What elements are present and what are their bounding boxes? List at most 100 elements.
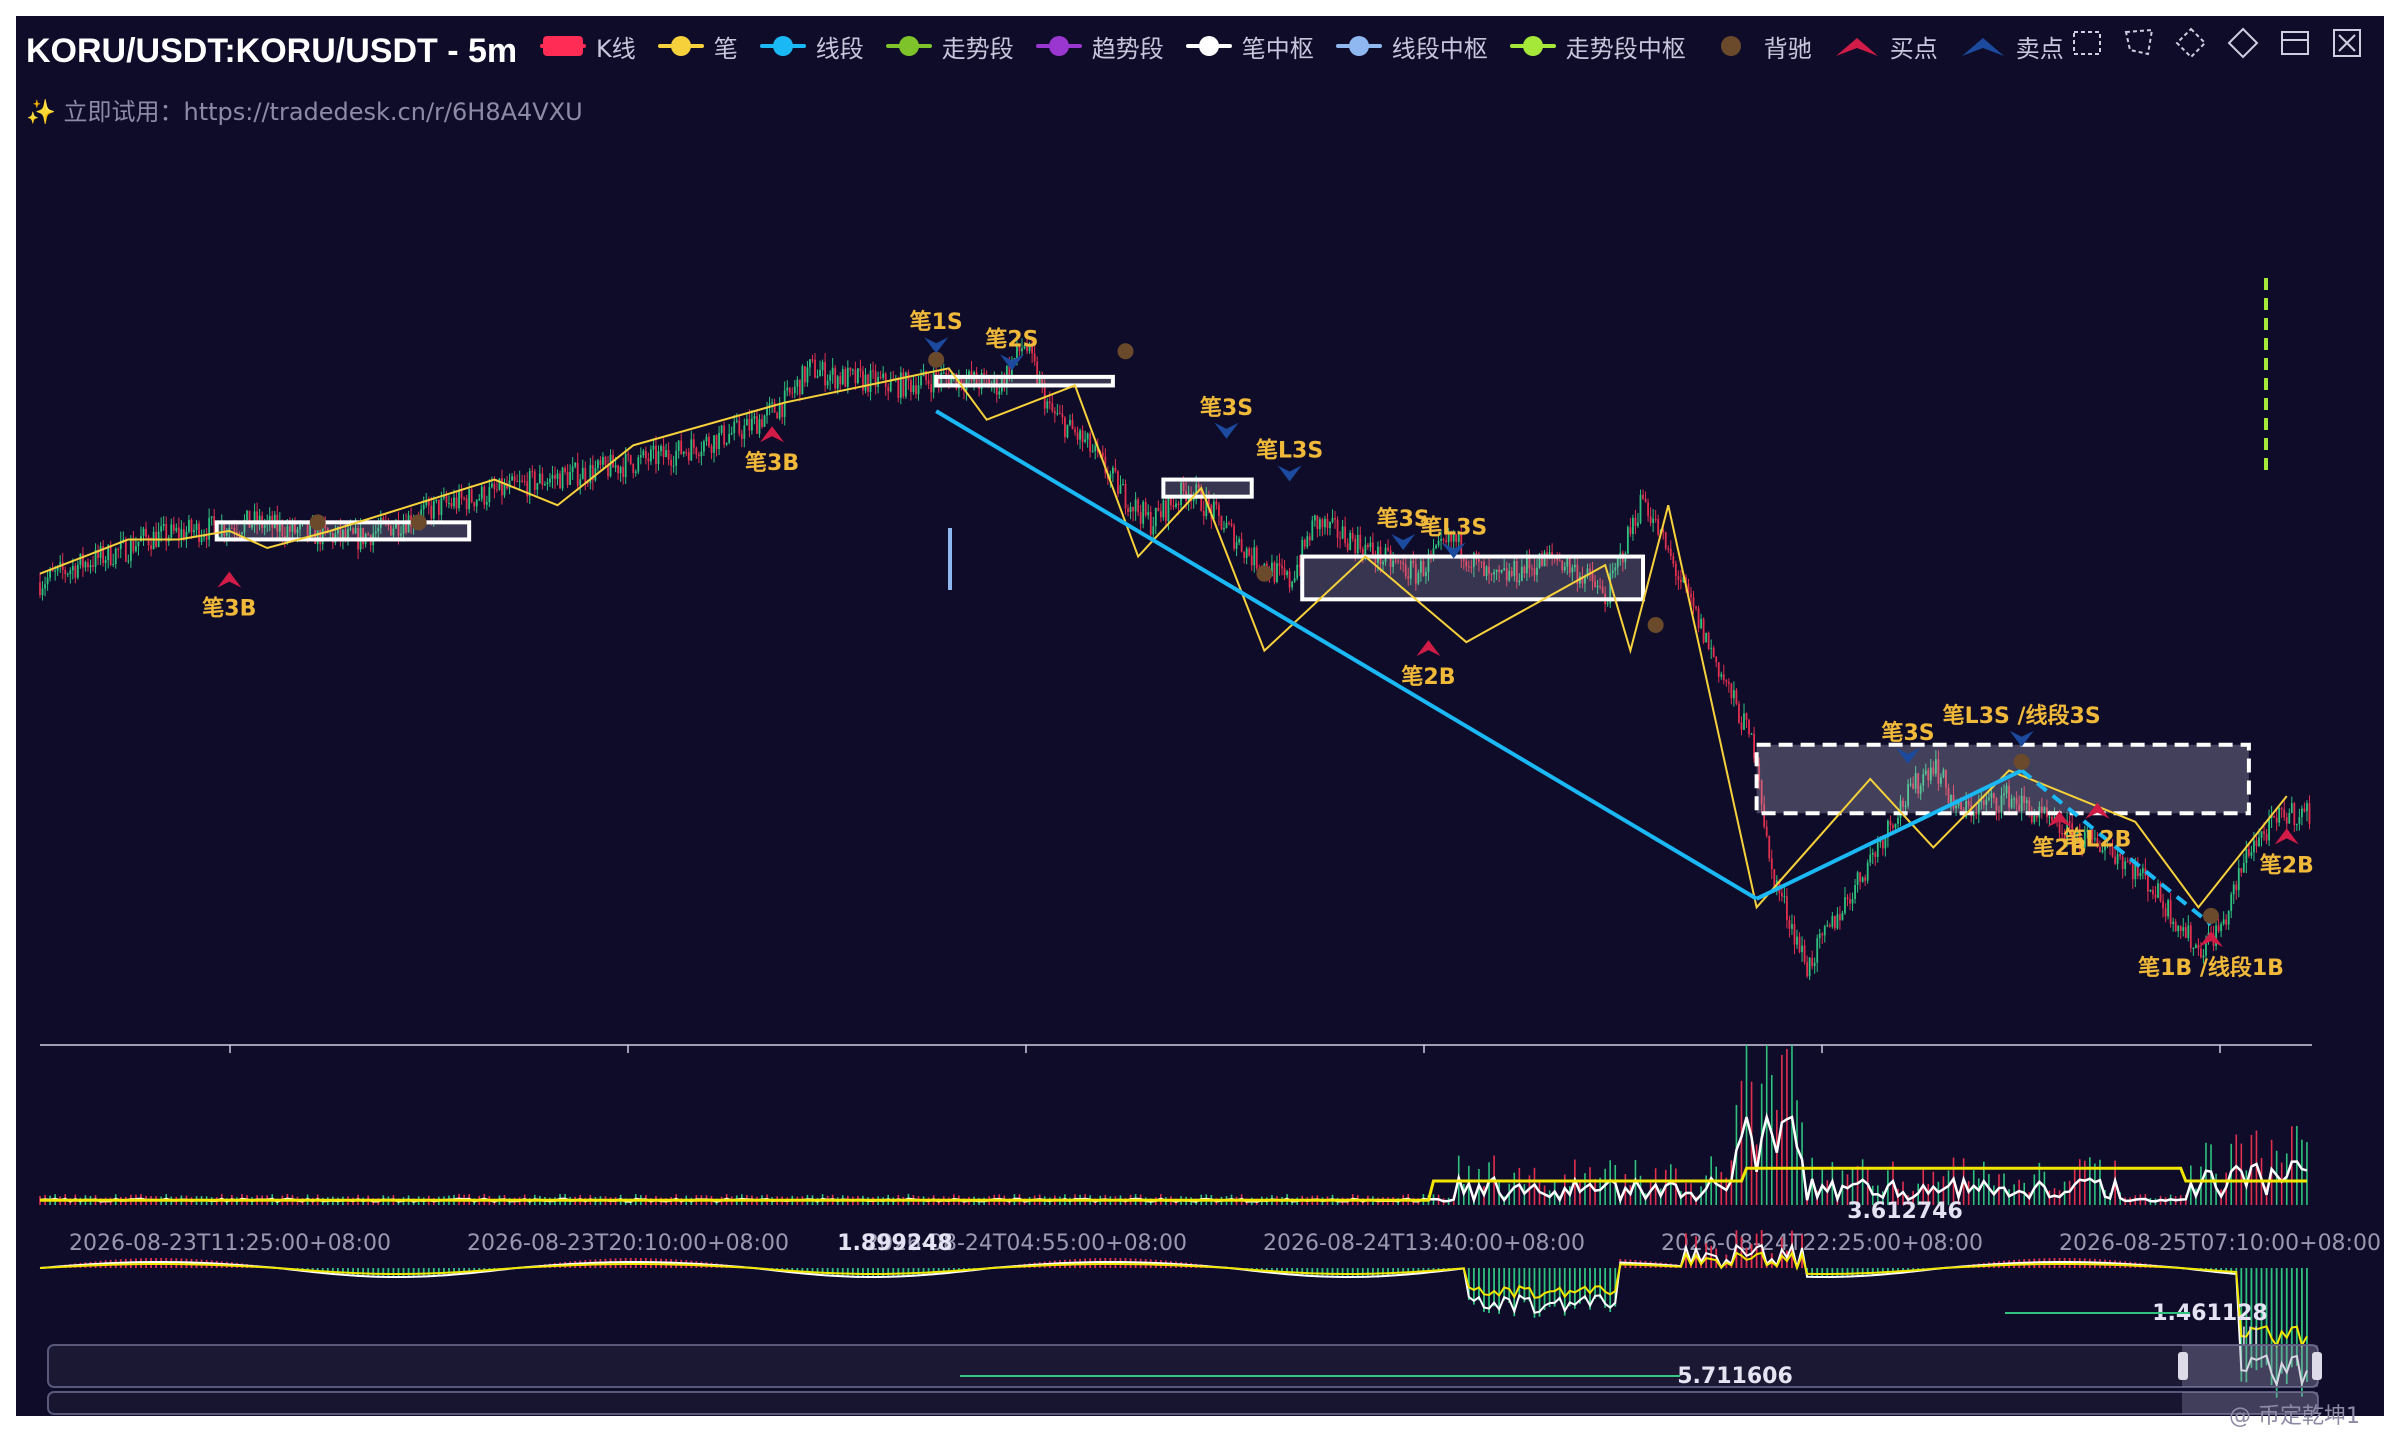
candle-body [1654,518,1657,520]
candle-body [738,420,741,434]
candle-body [2134,863,2137,880]
candle-body [453,497,455,507]
candle-body [761,419,763,427]
buy-signal-icon [760,426,785,443]
data-zoom-slider[interactable]: ||| [47,1324,2322,1415]
legend-item[interactable]: K线 [540,29,636,64]
candle-body [135,546,137,552]
candle-body [743,425,746,439]
candle-body [1079,430,1081,440]
candle-body [2126,861,2129,863]
candle-body [1228,522,1230,524]
legend-item[interactable]: 走势段中枢 [1509,29,1686,64]
candle-body [2121,856,2124,870]
signal-label: 笔3S [1200,395,1253,421]
candle-body [177,527,180,538]
legend-item[interactable]: 笔 [657,29,738,64]
candle-body [771,402,773,404]
candle-body [1243,551,1246,558]
chart-subtitle[interactable]: ✨ 立即试用：https://tradedesk.cn/r/6H8A4VXU [26,92,583,127]
candle-body [735,420,738,422]
legend-item[interactable]: 走势段 [885,29,1014,64]
signal-label: 笔L2B [2063,827,2131,853]
legend-item[interactable]: 线段 [759,29,864,64]
candle-body [796,379,799,387]
legend-item[interactable]: 趋势段 [1035,29,1164,64]
candle-body [1831,915,1834,927]
candle-body [432,501,435,519]
candle-body [1637,522,1639,526]
candle-body [475,500,478,507]
candle-body [1076,432,1079,440]
candle-body [1849,899,1851,904]
data-view-icon[interactable] [2278,26,2312,60]
candle-body [915,385,917,395]
candle-body [763,415,766,427]
divergence-dot [1256,565,1273,582]
candle-body [1255,547,1258,569]
legend-label: 买点 [1889,34,1938,63]
candle-body [811,359,814,361]
legend-item[interactable]: 卖点 [1960,29,2064,64]
candle-body [1889,820,1892,826]
candle-body [1727,681,1730,684]
candle-body [1881,840,1884,849]
candle-body [602,456,604,465]
candle-body [576,462,579,486]
candle-body [2184,927,2187,938]
candle-body [2051,816,2053,821]
candle-body [1796,936,1798,945]
candle-body [1808,957,1811,977]
volume-bar [1755,1144,1758,1205]
watermark: @ 币定乾坤1 [2229,1404,2360,1429]
candle-body [846,367,849,387]
macd-hist-bar [1558,1268,1561,1302]
restore-icon[interactable] [2226,26,2260,60]
candle-body [2283,809,2286,818]
candle-body [422,504,425,510]
candle-body [1218,504,1220,516]
candle-body [1086,433,1089,440]
candle-body [2154,894,2157,898]
macd-dea-line [39,1250,2308,1349]
candle-body [496,489,498,491]
candle-body [2263,831,2265,834]
candle-body [2255,840,2258,847]
candle-body [1854,885,1856,900]
candle-body [599,460,602,465]
candle-body [142,528,145,536]
candle-body [430,505,433,519]
candle-body [2192,947,2195,949]
legend-item[interactable]: 笔中枢 [1185,29,1314,64]
save-image-icon[interactable] [2330,26,2364,60]
candle-body [1639,494,1642,523]
candle-body [1165,500,1167,522]
legend-item[interactable]: 背驰 [1708,29,1812,64]
candle-body [682,451,685,454]
main-chart-svg[interactable]: 笔3B笔3B笔1S笔2S笔3S笔L3S笔3S笔L3S笔2B笔3S笔L3S /线段… [0,0,2400,1440]
candle-body [89,565,92,568]
candle-body [1652,518,1655,523]
legend-item[interactable]: 买点 [1834,29,1938,64]
candle-body [2141,868,2144,873]
zoom-reset-icon[interactable] [2174,26,2208,60]
candle-body [1697,608,1700,629]
candle-body [839,376,842,385]
candle-body [841,369,844,385]
candle-body [1212,501,1215,519]
candle-body [2303,808,2306,812]
candle-body [697,454,700,457]
candle-body [579,479,582,486]
candle-body [54,570,57,572]
lasso-icon[interactable] [2122,26,2156,60]
candle-body [132,540,135,552]
buy-signal-icon [2199,931,2224,947]
candle-body [1705,633,1708,643]
zoom-select-icon[interactable] [2070,26,2104,60]
candle-body [1798,936,1801,953]
candle-body [730,432,733,434]
legend-item[interactable]: 线段中枢 [1335,29,1488,64]
signal-label: 笔1B /线段1B [2138,955,2284,981]
candle-body [147,536,150,546]
candle-body [2242,862,2245,873]
